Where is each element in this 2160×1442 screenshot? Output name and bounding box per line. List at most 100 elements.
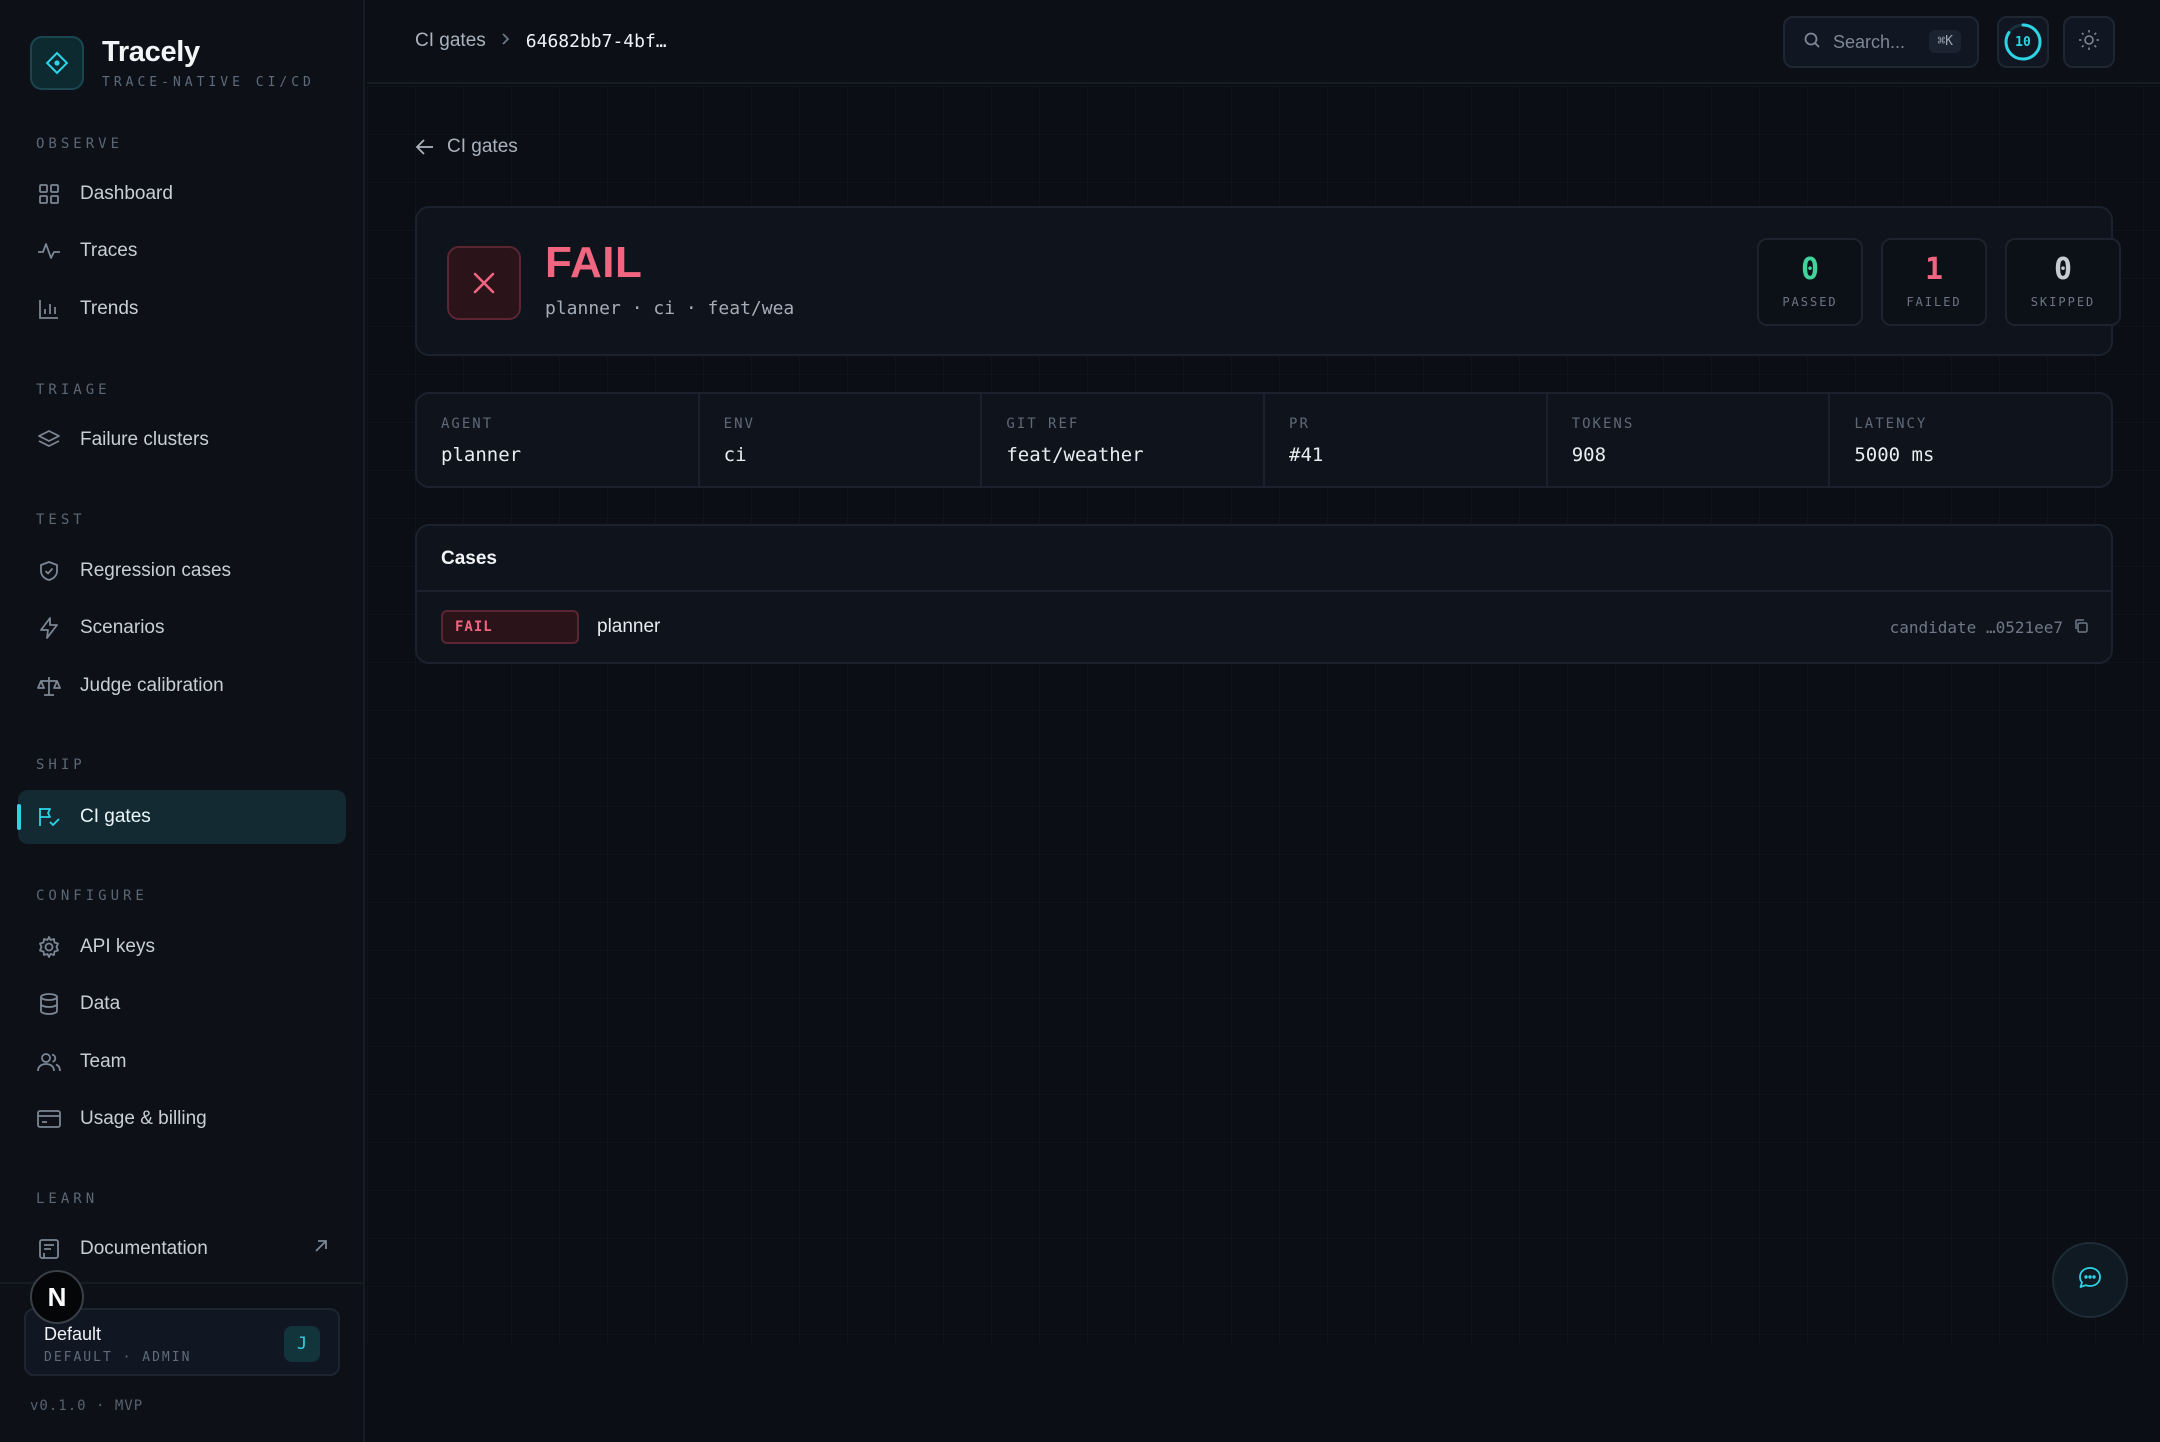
- cases-title: Cases: [441, 548, 497, 569]
- stat-passed-label: PASSED: [1782, 295, 1838, 309]
- sidebar-item-label: Data: [80, 993, 121, 1014]
- breadcrumb-run-id: 64682bb7-4bf…: [525, 30, 667, 52]
- back-link-label: CI gates: [447, 136, 518, 157]
- status-badge: FAIL: [441, 610, 579, 644]
- cases-panel: Cases FAIL planner candidate …0521ee7: [415, 524, 2113, 664]
- brand[interactable]: Tracely TRACE-NATIVE CI/CD: [30, 36, 315, 90]
- meta-value: ci: [723, 444, 747, 466]
- bar-chart-icon: [36, 296, 62, 322]
- meta-key: GIT REF: [1006, 416, 1080, 432]
- scale-icon: [36, 673, 62, 699]
- sidebar-item-label: Team: [80, 1051, 127, 1072]
- shield-icon: [36, 558, 62, 584]
- meta-tokens: TOKENS 908: [1548, 394, 1831, 486]
- sidebar-item-dashboard[interactable]: Dashboard: [18, 167, 346, 221]
- fail-status-icon: [447, 246, 521, 320]
- meta-key: AGENT: [441, 416, 494, 432]
- card-icon: [36, 1106, 62, 1132]
- stat-failed: 1 FAILED: [1881, 238, 1987, 326]
- sidebar-item-label: CI gates: [80, 806, 151, 827]
- workspace-role: DEFAULT · ADMIN: [44, 1350, 192, 1365]
- pulse-icon: [36, 238, 62, 264]
- meta-key: PR: [1289, 416, 1310, 432]
- users-icon: [36, 1049, 62, 1075]
- sidebar-item-label: Documentation: [80, 1238, 208, 1259]
- theme-toggle-button[interactable]: [2063, 16, 2115, 68]
- book-icon: [36, 1236, 62, 1262]
- nav-section-observe: OBSERVE: [36, 136, 124, 152]
- gear-icon: [36, 934, 62, 960]
- gate-status-subtitle: planner · ci · feat/wea: [545, 298, 795, 319]
- meta-value: #41: [1289, 444, 1324, 466]
- table-row[interactable]: FAIL planner candidate …0521ee7: [417, 592, 2111, 664]
- breadcrumb: CI gates 64682bb7-4bf…: [415, 30, 667, 52]
- flag-check-icon: [36, 804, 62, 830]
- copy-icon[interactable]: [2073, 618, 2089, 639]
- brand-tagline: TRACE-NATIVE CI/CD: [102, 75, 315, 90]
- sidebar-item-traces[interactable]: Traces: [18, 224, 346, 278]
- sidebar-item-label: Dashboard: [80, 183, 173, 204]
- meta-key: ENV: [723, 416, 755, 432]
- stat-failed-label: FAILED: [1906, 295, 1962, 309]
- chat-button[interactable]: [2052, 1242, 2128, 1318]
- meta-value: 908: [1571, 444, 1607, 466]
- meta-pr: PR #41: [1265, 394, 1548, 486]
- nav-section-learn: LEARN: [36, 1191, 99, 1207]
- case-name: planner: [597, 616, 661, 637]
- sidebar-item-judge-calibration[interactable]: Judge calibration: [18, 659, 346, 713]
- meta-key: TOKENS: [1571, 416, 1635, 432]
- sidebar-item-documentation[interactable]: Documentation: [18, 1222, 346, 1276]
- search-placeholder: Search...: [1833, 31, 1906, 52]
- stat-passed-value: 0: [1800, 252, 1820, 287]
- grid-icon: [36, 181, 62, 207]
- sidebar-item-data[interactable]: Data: [18, 977, 346, 1031]
- gate-status-card: FAIL planner · ci · feat/wea 0 PASSED 1 …: [415, 206, 2121, 356]
- quota-ring-button[interactable]: 10: [1997, 16, 2049, 68]
- avatar: J: [284, 1326, 320, 1362]
- sidebar-item-api-keys[interactable]: API keys: [18, 920, 346, 974]
- search-icon: [1803, 31, 1821, 54]
- sidebar-item-label: Trends: [80, 298, 139, 319]
- sidebar-item-scenarios[interactable]: Scenarios: [18, 601, 346, 655]
- stat-skipped-label: SKIPPED: [2030, 295, 2096, 309]
- bolt-icon: [36, 615, 62, 641]
- nav-section-triage: TRIAGE: [36, 382, 111, 398]
- sidebar-item-label: Traces: [80, 240, 138, 261]
- sidebar-item-label: Usage & billing: [80, 1108, 207, 1129]
- version-label: v0.1.0 · MVP: [30, 1398, 144, 1414]
- chevron-right-icon: [500, 30, 512, 52]
- sidebar-item-trends[interactable]: Trends: [18, 282, 346, 336]
- stat-skipped: 0 SKIPPED: [2005, 238, 2121, 326]
- search-shortcut: ⌘K: [1929, 30, 1961, 53]
- ring-value: 10: [2015, 34, 2031, 50]
- nav-section-ship: SHIP: [36, 757, 86, 773]
- run-metadata: AGENT planner ENV ci GIT REF feat/weathe…: [415, 392, 2113, 488]
- meta-env: ENV ci: [700, 394, 983, 486]
- sidebar-item-ci-gates[interactable]: CI gates: [17, 790, 346, 844]
- brand-name: Tracely: [102, 36, 200, 68]
- nav-section-configure: CONFIGURE: [36, 888, 148, 904]
- meta-value: planner: [441, 444, 522, 466]
- logo-icon: [30, 36, 84, 90]
- layers-icon: [36, 427, 62, 453]
- sun-icon: [2078, 29, 2100, 56]
- search-input[interactable]: Search... ⌘K: [1783, 16, 1979, 68]
- workspace-name: Default: [44, 1324, 102, 1344]
- meta-latency: LATENCY 5000 ms: [1830, 394, 2111, 486]
- sidebar-item-regression-cases[interactable]: Regression cases: [18, 544, 346, 598]
- meta-value: 5000 ms: [1854, 444, 1935, 466]
- stat-failed-value: 1: [1924, 252, 1944, 287]
- meta-git-ref: GIT REF feat/weather: [982, 394, 1266, 486]
- arrow-left-icon: [415, 139, 433, 155]
- nav-section-test: TEST: [36, 512, 86, 528]
- breadcrumb-ci-gates[interactable]: CI gates: [415, 30, 486, 52]
- stat-passed: 0 PASSED: [1757, 238, 1863, 326]
- sidebar-item-usage-billing[interactable]: Usage & billing: [18, 1092, 346, 1146]
- sidebar-item-label: Scenarios: [80, 617, 165, 638]
- sidebar-item-team[interactable]: Team: [18, 1035, 346, 1089]
- back-link[interactable]: CI gates: [415, 136, 518, 158]
- sidebar-item-failure-clusters[interactable]: Failure clusters: [18, 413, 346, 467]
- topbar: CI gates 64682bb7-4bf… Search... ⌘K 10: [367, 0, 2160, 84]
- gate-status-title: FAIL: [545, 238, 643, 287]
- n-badge-icon[interactable]: N: [30, 1270, 84, 1324]
